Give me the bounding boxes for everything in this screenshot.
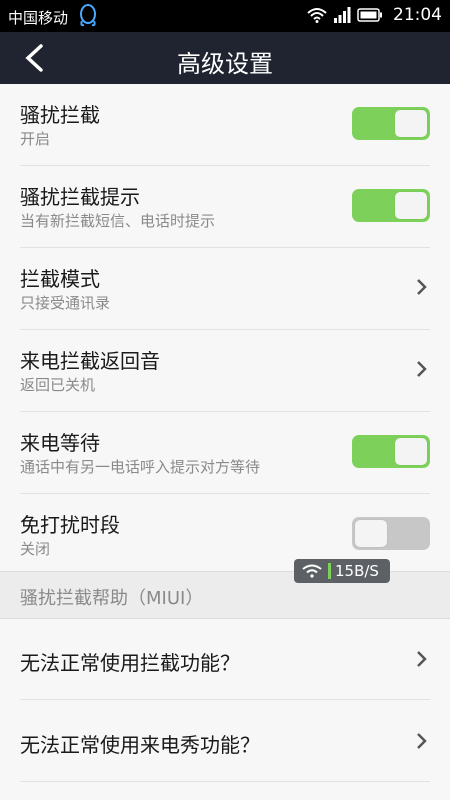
chevron-right-icon <box>417 361 427 377</box>
setting-block-mode[interactable]: 拦截模式 只接受通讯录 <box>20 248 430 330</box>
setting-return-tone[interactable]: 来电拦截返回音 返回已关机 <box>20 330 430 412</box>
setting-label: 免打扰时段 <box>20 513 120 537</box>
setting-sub: 关闭 <box>20 540 51 558</box>
help-item-block-function[interactable]: 无法正常使用拦截功能？ <box>20 618 430 700</box>
toggle-switch[interactable] <box>352 435 430 468</box>
toggle-knob <box>395 192 427 219</box>
carrier-name: 中国移动 <box>8 9 69 27</box>
battery-icon <box>357 8 382 22</box>
wifi-icon <box>302 564 322 578</box>
setting-sub: 返回已关机 <box>20 376 96 394</box>
setting-label: 骚扰拦截提示 <box>20 185 140 209</box>
setting-sub: 只接受通讯录 <box>20 294 111 312</box>
network-speed-overlay: 15B/S <box>294 559 390 583</box>
setting-label: 拦截模式 <box>20 267 100 291</box>
title-bar: 高级设置 <box>0 32 450 84</box>
setting-sub: 开启 <box>20 130 51 148</box>
setting-label: 来电等待 <box>20 431 100 455</box>
setting-label: 骚扰拦截 <box>20 103 100 127</box>
settings-list: 骚扰拦截 开启 骚扰拦截提示 当有新拦截短信、电话时提示 拦截模式 只接受通讯录… <box>0 84 450 575</box>
setting-label: 来电拦截返回音 <box>20 349 160 373</box>
setting-sub: 通话中有另一电话呼入提示对方等待 <box>20 458 261 476</box>
toggle-switch[interactable] <box>352 107 430 140</box>
toggle-switch[interactable] <box>352 189 430 222</box>
setting-call-waiting[interactable]: 来电等待 通话中有另一电话呼入提示对方等待 <box>20 412 430 494</box>
network-speed-text: 15B/S <box>335 562 379 580</box>
setting-harassment-block[interactable]: 骚扰拦截 开启 <box>20 84 430 166</box>
toggle-knob <box>355 520 387 547</box>
signal-icon <box>334 7 351 23</box>
chevron-right-icon <box>417 651 427 667</box>
help-item-label: 无法正常使用拦截功能？ <box>20 651 240 675</box>
speed-indicator-bar <box>328 563 331 579</box>
setting-block-notification[interactable]: 骚扰拦截提示 当有新拦截短信、电话时提示 <box>20 166 430 248</box>
help-item-caller-show[interactable]: 无法正常使用来电秀功能？ <box>20 700 430 782</box>
page-title: 高级设置 <box>177 50 273 78</box>
status-bar: 中国移动 21:04 <box>0 0 450 32</box>
chevron-right-icon <box>417 733 427 749</box>
help-item-label: 无法正常使用来电秀功能？ <box>20 733 260 757</box>
clock: 21:04 <box>393 5 442 25</box>
wifi-icon <box>307 8 327 23</box>
toggle-knob <box>395 110 427 137</box>
setting-sub: 当有新拦截短信、电话时提示 <box>20 212 216 230</box>
toggle-switch[interactable] <box>352 517 430 550</box>
qq-icon <box>80 4 96 27</box>
help-list: 无法正常使用拦截功能？ 无法正常使用来电秀功能？ <box>0 618 450 782</box>
chevron-right-icon <box>417 279 427 295</box>
toggle-knob <box>395 438 427 465</box>
section-title: 骚扰拦截帮助（MIUI） <box>20 588 204 609</box>
